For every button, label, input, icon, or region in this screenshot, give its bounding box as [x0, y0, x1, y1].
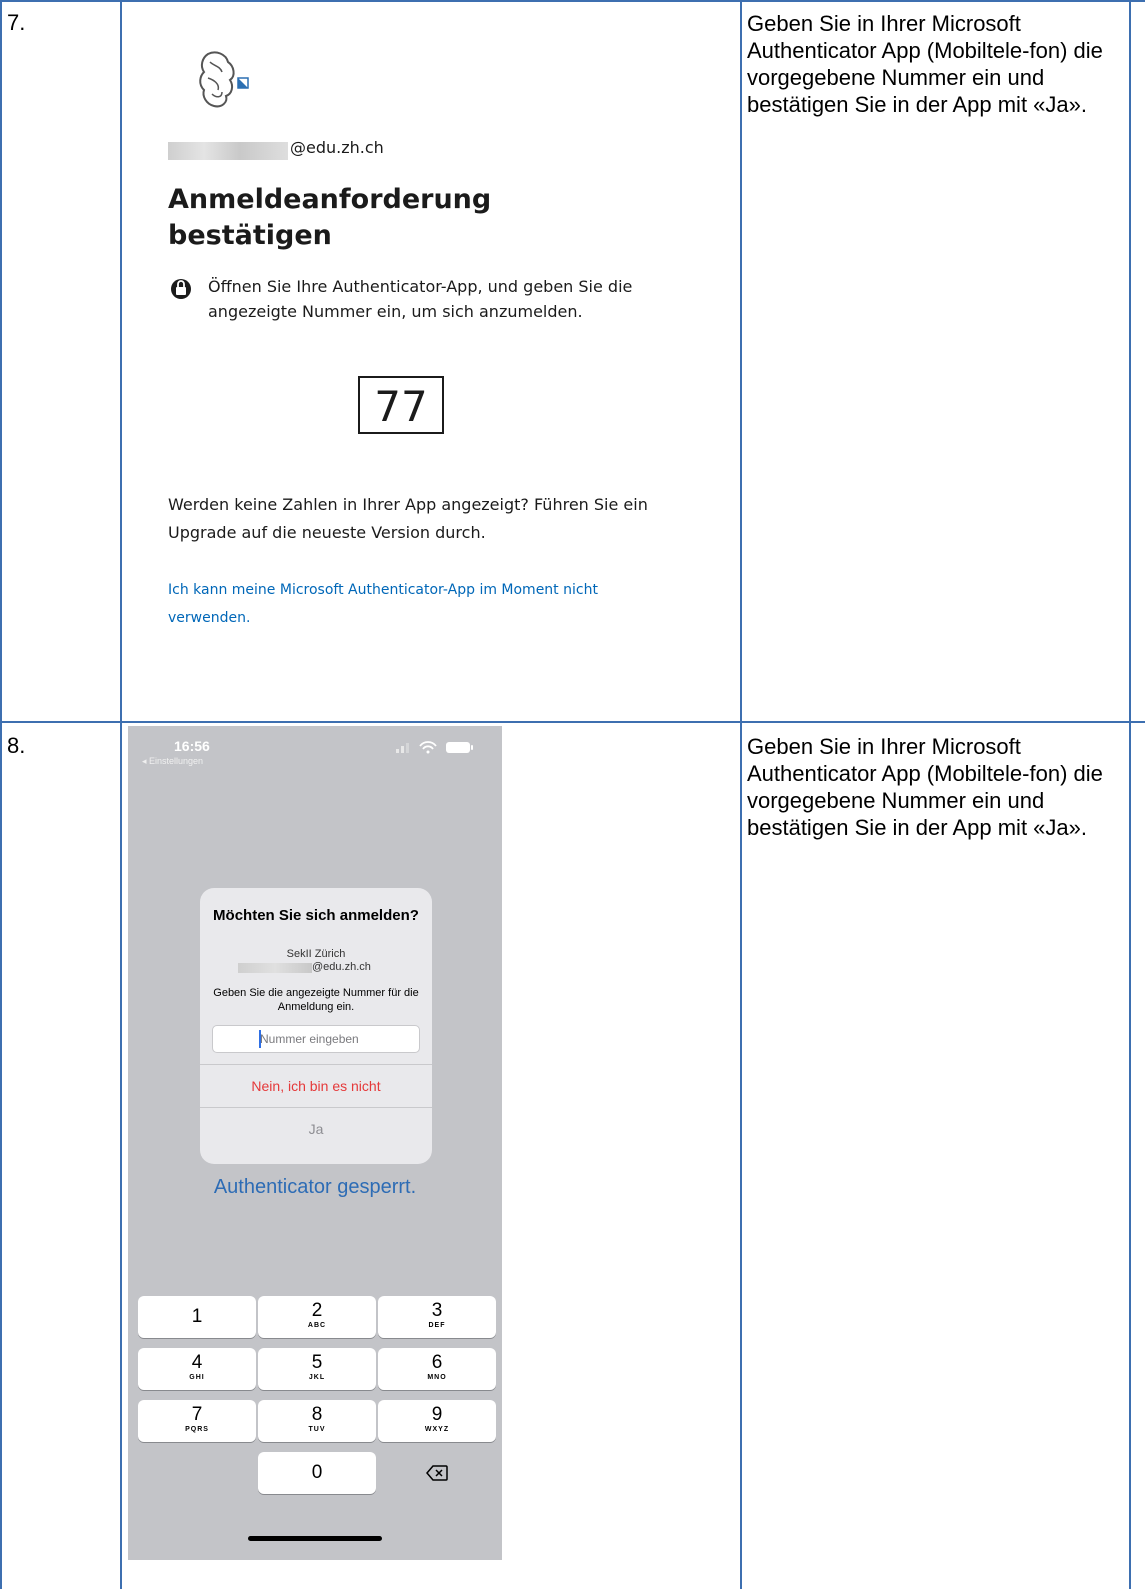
key-2[interactable]: 2 ABC: [258, 1296, 376, 1338]
signal-icon: [396, 743, 409, 753]
canton-zurich-logo: [194, 44, 252, 114]
step-number: 8.: [7, 733, 26, 758]
key-1[interactable]: 1: [138, 1296, 256, 1338]
key-5[interactable]: 5 JKL: [258, 1348, 376, 1390]
dialog-organization: SekII Zürich: [286, 948, 346, 960]
battery-icon: [446, 742, 470, 753]
lock-icon: [170, 276, 192, 302]
authenticator-phone-screenshot: 16:56 ◂ Einstellungen Möchten Sie sich a…: [128, 726, 502, 1560]
dialog-email: @edu.zh.ch: [312, 961, 371, 973]
numeric-keypad: 1 2 ABC 3 DEF 4 GHI 5 JKL 6 MNO 7 PQRS 8 TUV 9W…: [132, 1296, 498, 1506]
account-email: @edu.zh.ch: [290, 138, 384, 157]
home-indicator: [248, 1536, 382, 1541]
redacted-username: [238, 963, 312, 973]
column-separator-1: [120, 0, 122, 1589]
backspace-icon[interactable]: [378, 1452, 496, 1494]
wifi-icon: [419, 741, 437, 750]
cannot-use-authenticator-link[interactable]: Ich kann meine Microsoft Authenticator-A…: [168, 576, 628, 632]
key-7[interactable]: 7 PQRS: [138, 1400, 256, 1442]
number-input-placeholder: Nummer eingeben: [260, 1032, 359, 1046]
step-description: Geben Sie in Ihrer Microsoft Authenticat…: [747, 734, 1103, 840]
divider: [200, 1064, 432, 1065]
number-input[interactable]: Nummer eingeben: [212, 1025, 420, 1053]
signin-approval-dialog: Möchten Sie sich anmelden? SekII Zürich …: [200, 888, 432, 1164]
table-border-top: [0, 0, 1145, 2]
verification-number: 77: [358, 376, 444, 434]
page-title: Anmeldeanforderung bestätigen: [168, 184, 492, 251]
key-8[interactable]: 8 TUV: [258, 1400, 376, 1442]
row-separator: [0, 721, 1145, 723]
authenticator-locked-label: Authenticator gesperrt.: [213, 1176, 417, 1198]
dialog-title: Möchten Sie sich anmelden?: [213, 907, 419, 924]
instruction-text: Öffnen Sie Ihre Authenticator-App, und g…: [208, 277, 633, 321]
status-bar-icons: [396, 740, 486, 754]
text-caret: [259, 1030, 261, 1048]
key-6[interactable]: 6 MNO: [378, 1348, 496, 1390]
step-number: 7.: [7, 10, 26, 35]
dialog-prompt: Geben Sie die angezeigte Nummer für die …: [213, 987, 419, 1013]
upgrade-hint: Werden keine Zahlen in Ihrer App angezei…: [168, 495, 648, 542]
key-4[interactable]: 4 GHI: [138, 1348, 256, 1390]
key-0[interactable]: 0: [258, 1452, 376, 1494]
redacted-username: [168, 142, 288, 160]
key-9[interactable]: 9 WXYZ: [378, 1400, 496, 1442]
step-description: Geben Sie in Ihrer Microsoft Authenticat…: [747, 11, 1103, 117]
column-separator-2: [740, 0, 742, 1589]
status-time: 16:56: [174, 738, 210, 754]
back-to-settings-link[interactable]: ◂ Einstellungen: [142, 756, 203, 767]
microsoft-signin-screenshot: @edu.zh.ch Anmeldeanforderung bestätigen…: [124, 4, 740, 716]
confirm-button[interactable]: Ja: [200, 1108, 432, 1150]
deny-button[interactable]: Nein, ich bin es nicht: [200, 1066, 432, 1106]
table-border-left: [0, 0, 2, 1589]
key-3[interactable]: 3 DEF: [378, 1296, 496, 1338]
